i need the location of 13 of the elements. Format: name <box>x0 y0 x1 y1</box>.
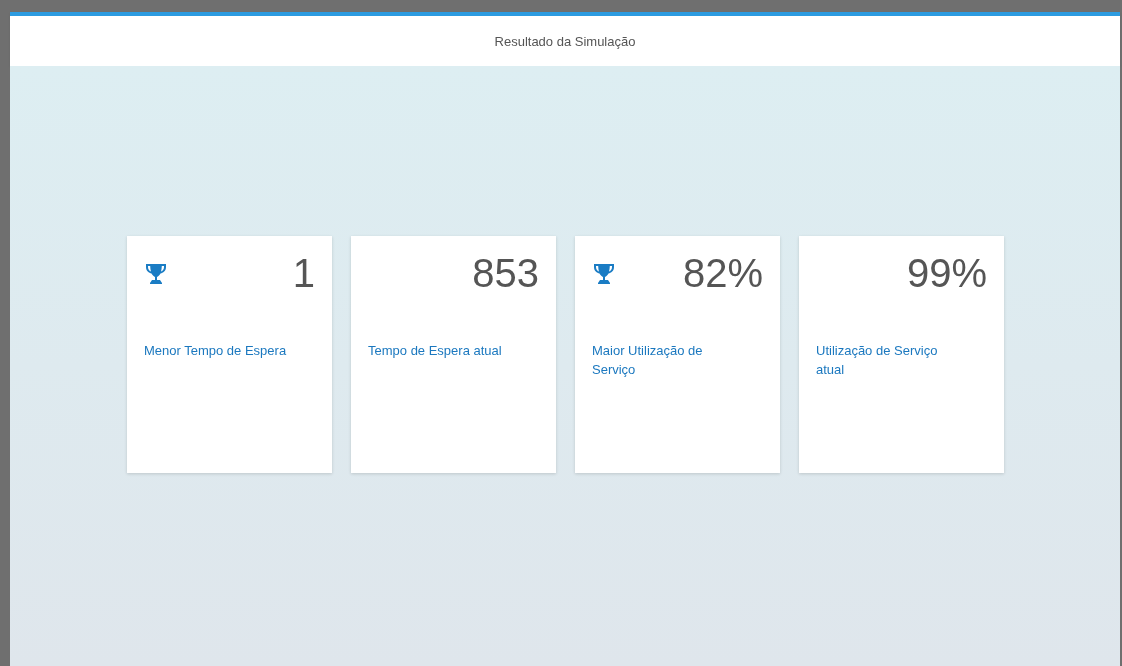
kpi-label: Utilização de Serviço atual <box>816 342 939 379</box>
kpi-tile[interactable]: 82% Maior Utilização de Serviço <box>575 236 780 473</box>
page-title: Resultado da Simulação <box>494 33 636 49</box>
kpi-value: 99% <box>906 251 987 296</box>
kpi-label: Maior Utilização de Serviço <box>592 342 704 379</box>
kpi-tile[interactable]: 1 Menor Tempo de Espera <box>127 236 332 473</box>
kpi-label: Menor Tempo de Espera <box>144 342 288 360</box>
kpi-value: 1 <box>292 251 315 296</box>
kpi-label: Tempo de Espera atual <box>368 342 503 360</box>
kpi-tile[interactable]: 853 Tempo de Espera atual <box>351 236 556 473</box>
kpi-tile[interactable]: 99% Utilização de Serviço atual <box>799 236 1004 473</box>
kpi-value: 82% <box>682 251 763 296</box>
kpi-value: 853 <box>472 251 539 296</box>
